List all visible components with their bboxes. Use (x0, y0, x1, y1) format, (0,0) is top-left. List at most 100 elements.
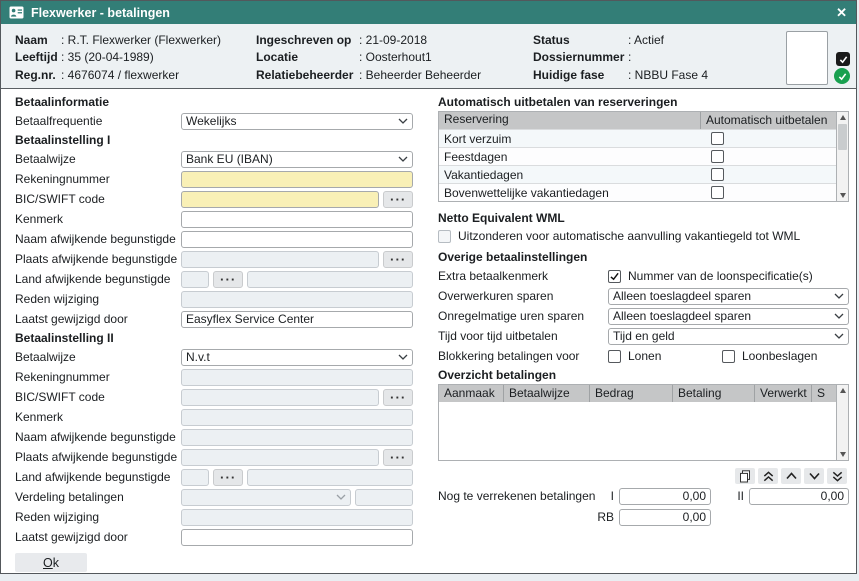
scroll-down-icon[interactable] (837, 190, 848, 201)
betaalwijze-select-2[interactable]: N.v.t (181, 349, 413, 366)
reservering-naam: Vakantiedagen (439, 168, 701, 182)
ingeschreven-label: Ingeschreven op (256, 33, 359, 47)
bic-input-1[interactable] (181, 191, 379, 208)
double-chevron-down-icon (831, 470, 844, 483)
column-header-verwerkt: Verwerkt ... (755, 385, 812, 402)
naam-afwijkend-label: Naam afwijkende begunstigde (15, 232, 181, 246)
scrollbar-thumb[interactable] (838, 124, 847, 150)
photo-placeholder[interactable] (786, 31, 828, 85)
section-overzicht-betalingen: Overzicht betalingen (438, 368, 849, 383)
scroll-up-icon[interactable] (837, 385, 848, 396)
column-header-betaalwijze: Betaalwijze (504, 385, 590, 402)
chevron-down-icon (834, 313, 844, 319)
onregelmatige-label: Onregelmatige uren sparen (438, 309, 608, 323)
close-icon[interactable]: ✕ (836, 6, 847, 19)
section-betaalinstelling-2: Betaalinstelling II (15, 331, 413, 346)
status-label: Status (533, 33, 628, 47)
person-header: Naam: R.T. Flexwerker (Flexwerker) Leeft… (1, 24, 856, 89)
reden-label: Reden wijziging (15, 292, 181, 306)
verrekenen-rb-input[interactable] (619, 509, 711, 526)
chevron-down-icon (398, 354, 408, 360)
ingeschreven-value: : 21-09-2018 (359, 33, 427, 47)
column-header-bedrag: Bedrag (590, 385, 673, 402)
land-lookup-button-2[interactable]: ··· (213, 469, 243, 486)
naam-value: : R.T. Flexwerker (Flexwerker) (61, 33, 221, 47)
uitzonderen-wml-label: Uitzonderen voor automatische aanvulling… (458, 229, 800, 243)
selected-value: Alleen toeslagdeel sparen (613, 289, 751, 303)
land-naam-input-1 (247, 271, 413, 288)
naam-afwijkend-input-1[interactable] (181, 231, 413, 248)
betaalinstellingen-panel: Automatisch uitbetalen van reserveringen… (438, 93, 849, 573)
move-top-button[interactable] (758, 468, 778, 484)
extra-betaalkenmerk-label: Extra betaalkenmerk (438, 269, 608, 283)
kenmerk-input-1[interactable] (181, 211, 413, 228)
ok-button[interactable]: Ok (15, 553, 87, 572)
rekeningnummer-input-1[interactable] (181, 171, 413, 188)
plaats-afwijkend-input-1 (181, 251, 379, 268)
kenmerk-label: Kenmerk (15, 410, 181, 424)
loonspecificatie-checkbox-checked[interactable] (608, 270, 621, 283)
rekeningnummer-label: Rekeningnummer (15, 172, 181, 186)
status-ok-badge (834, 68, 850, 84)
section-betaalinformatie: Betaalinformatie (15, 95, 413, 110)
naam-afwijkend-label: Naam afwijkende begunstigde (15, 430, 181, 444)
verrekenen-ii-input[interactable] (749, 488, 849, 505)
plaats-lookup-button-1[interactable]: ··· (383, 251, 413, 268)
section-netto-equivalent-wml: Netto Equivalent WML (438, 211, 849, 226)
auto-uitbetalen-checkbox[interactable] (711, 168, 724, 181)
tijdvoortijd-label: Tijd voor tijd uitbetalen (438, 329, 608, 343)
laatst-gewijzigd-input-2[interactable] (181, 529, 413, 546)
bic-input-2 (181, 389, 379, 406)
plaats-lookup-button-2[interactable]: ··· (383, 449, 413, 466)
chevron-down-icon (834, 333, 844, 339)
huidigefase-label: Huidige fase (533, 68, 628, 82)
contact-card-icon (9, 6, 24, 19)
bic-lookup-button-2[interactable]: ··· (383, 389, 413, 406)
laatst-gewijzigd-input-1[interactable] (181, 311, 413, 328)
leeftijd-label: Leeftijd (15, 50, 61, 64)
naam-label: Naam (15, 33, 61, 47)
auto-uitbetalen-checkbox[interactable] (711, 150, 724, 163)
move-up-button[interactable] (781, 468, 801, 484)
copy-button[interactable] (735, 468, 755, 484)
column-header-s: S (812, 385, 836, 402)
section-betaalinstelling-1: Betaalinstelling I (15, 133, 413, 148)
move-down-button[interactable] (804, 468, 824, 484)
betaalwijze-select-1[interactable]: Bank EU (IBAN) (181, 151, 413, 168)
betaalwijze-label: Betaalwijze (15, 350, 181, 364)
status-value: : Actief (628, 33, 664, 47)
betaalfrequentie-select[interactable]: Wekelijks (181, 113, 413, 130)
lonen-label: Lonen (628, 349, 722, 363)
bic-lookup-button-1[interactable]: ··· (383, 191, 413, 208)
dossiernummer-label: Dossiernummer (533, 50, 628, 64)
overwerkuren-label: Overwerkuren sparen (438, 289, 608, 303)
header-checkbox-checked[interactable] (836, 52, 850, 66)
leeftijd-value: : 35 (20-04-1989) (61, 50, 154, 64)
tijdvoortijd-select[interactable]: Tijd en geld (608, 328, 849, 345)
reserveringen-scrollbar[interactable] (836, 111, 849, 202)
blokkering-lonen-checkbox[interactable] (608, 350, 621, 363)
land-code-input-1 (181, 271, 209, 288)
selected-value: Bank EU (IBAN) (186, 152, 273, 166)
overzicht-scrollbar[interactable] (836, 384, 849, 461)
window-title: Flexwerker - betalingen (31, 6, 170, 20)
auto-uitbetalen-checkbox[interactable] (711, 186, 724, 199)
onregelmatige-select[interactable]: Alleen toeslagdeel sparen (608, 308, 849, 325)
chevron-down-icon (398, 156, 408, 162)
reservering-naam: Kort verzuim (439, 132, 701, 146)
scroll-up-icon[interactable] (837, 112, 848, 123)
relatiebeheerder-value: : Beheerder Beheerder (359, 68, 481, 82)
blokkering-loonbeslagen-checkbox[interactable] (722, 350, 735, 363)
scroll-down-icon[interactable] (837, 449, 848, 460)
reserveringen-table: Reservering Automatisch uitbetalen Kort … (438, 111, 849, 202)
uitzonderen-wml-checkbox (438, 230, 451, 243)
regnr-value: : 4676074 / flexwerker (61, 68, 179, 82)
overwerkuren-select[interactable]: Alleen toeslagdeel sparen (608, 288, 849, 305)
auto-uitbetalen-checkbox[interactable] (711, 132, 724, 145)
plaats-afwijkend-input-2 (181, 449, 379, 466)
reden-input-2 (181, 509, 413, 526)
nog-te-verrekenen-label: Nog te verrekenen betalingen (438, 489, 596, 503)
move-bottom-button[interactable] (827, 468, 847, 484)
verrekenen-i-input[interactable] (619, 488, 711, 505)
land-lookup-button-1[interactable]: ··· (213, 271, 243, 288)
